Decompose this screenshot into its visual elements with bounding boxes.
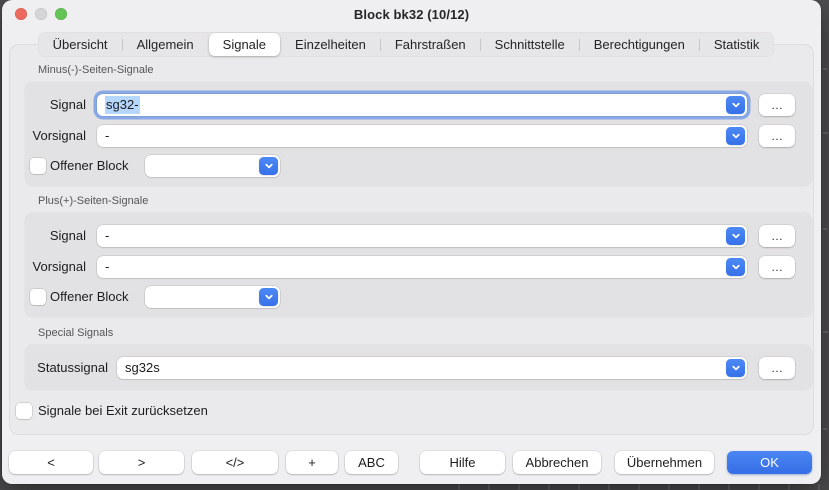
background-window-stripes — [430, 484, 829, 490]
chevron-down-icon — [264, 292, 274, 302]
minus-vorsignal-dropdown-button[interactable] — [726, 127, 745, 145]
tab-berechtigungen[interactable]: Berechtigungen — [580, 33, 699, 56]
tab-statistik[interactable]: Statistik — [700, 33, 774, 56]
minus-offener-block-checkbox[interactable] — [30, 158, 46, 174]
next-button[interactable]: > — [99, 451, 184, 474]
minus-offener-block-popup[interactable] — [145, 155, 280, 177]
plus-signal-label: Signal — [25, 225, 86, 247]
plus-signal-more-button[interactable]: … — [759, 225, 795, 247]
minus-signal-label: Signal — [25, 94, 86, 116]
close-button[interactable] — [15, 8, 27, 20]
tab-signale[interactable]: Signale — [209, 33, 280, 56]
plus-signal-value: - — [105, 225, 109, 247]
statussignal-more-button[interactable]: … — [759, 357, 795, 379]
minus-offener-block-label: Offener Block — [50, 158, 129, 174]
minus-signal-dropdown-button[interactable] — [726, 96, 745, 114]
special-section-groupbox: Statussignal sg32s … — [25, 345, 812, 390]
plus-offener-block-checkbox[interactable] — [30, 289, 46, 305]
dialog-window: Block bk32 (10/12) Übersicht Allgemein S… — [2, 0, 821, 484]
tab-fahrstrassen[interactable]: Fahrstraßen — [381, 33, 480, 56]
cancel-button[interactable]: Abbrechen — [513, 451, 601, 474]
minus-offener-block-dropdown-button[interactable] — [259, 157, 278, 175]
chevron-down-icon — [731, 363, 741, 373]
minus-vorsignal-value: - — [105, 125, 109, 147]
special-section-title: Special Signals — [38, 327, 113, 339]
plus-offener-block-dropdown-button[interactable] — [259, 288, 278, 306]
plus-vorsignal-label: Vorsignal — [25, 256, 86, 278]
minus-signal-value: sg32- — [105, 94, 140, 116]
signale-exit-label: Signale bei Exit zurücksetzen — [38, 403, 208, 419]
tab-allgemein[interactable]: Allgemein — [123, 33, 208, 56]
plus-signal-dropdown-button[interactable] — [726, 227, 745, 245]
ok-button[interactable]: OK — [727, 451, 812, 474]
chevron-down-icon — [264, 161, 274, 171]
statussignal-label: Statussignal — [25, 357, 108, 379]
plus-offener-block-label: Offener Block — [50, 289, 129, 305]
statussignal-combobox[interactable]: sg32s — [117, 357, 747, 379]
add-button[interactable]: + — [286, 451, 338, 474]
tab-uebersicht[interactable]: Übersicht — [39, 33, 122, 56]
zoom-button[interactable] — [55, 8, 67, 20]
plus-section-title: Plus(+)-Seiten-Signale — [38, 195, 148, 207]
chevron-down-icon — [731, 100, 741, 110]
minus-vorsignal-more-button[interactable]: … — [759, 125, 795, 147]
help-button[interactable]: Hilfe — [420, 451, 505, 474]
tab-einzelheiten[interactable]: Einzelheiten — [281, 33, 380, 56]
minus-section-title: Minus(-)-Seiten-Signale — [38, 64, 154, 76]
abc-button[interactable]: ABC — [345, 451, 398, 474]
minimize-button — [35, 8, 47, 20]
window-title: Block bk32 (10/12) — [354, 7, 469, 22]
minus-signal-more-button[interactable]: … — [759, 94, 795, 116]
prev-button[interactable]: < — [9, 451, 93, 474]
tab-bar: Übersicht Allgemein Signale Einzelheiten… — [2, 32, 810, 57]
plus-signal-combobox[interactable]: - — [97, 225, 747, 247]
tab-schnittstelle[interactable]: Schnittstelle — [481, 33, 579, 56]
chevron-down-icon — [731, 131, 741, 141]
title-bar: Block bk32 (10/12) — [2, 0, 821, 29]
chevron-down-icon — [731, 262, 741, 272]
tab-content-panel: Minus(-)-Seiten-Signale Signal sg32- … V… — [10, 45, 813, 434]
signale-exit-checkbox[interactable] — [16, 403, 32, 419]
apply-button[interactable]: Übernehmen — [615, 451, 714, 474]
chevron-down-icon — [731, 231, 741, 241]
plus-vorsignal-more-button[interactable]: … — [759, 256, 795, 278]
plus-offener-block-popup[interactable] — [145, 286, 280, 308]
minus-vorsignal-combobox[interactable]: - — [97, 125, 747, 147]
plus-section-groupbox: Signal - … Vorsignal - … Offener Block — [25, 213, 812, 317]
minus-signal-combobox[interactable]: sg32- — [97, 94, 747, 116]
code-button[interactable]: </> — [192, 451, 278, 474]
minus-section-groupbox: Signal sg32- … Vorsignal - … Offener Blo… — [25, 82, 812, 186]
statussignal-value: sg32s — [125, 357, 160, 379]
plus-vorsignal-value: - — [105, 256, 109, 278]
plus-vorsignal-combobox[interactable]: - — [97, 256, 747, 278]
statussignal-dropdown-button[interactable] — [726, 359, 745, 377]
minus-vorsignal-label: Vorsignal — [25, 125, 86, 147]
plus-vorsignal-dropdown-button[interactable] — [726, 258, 745, 276]
